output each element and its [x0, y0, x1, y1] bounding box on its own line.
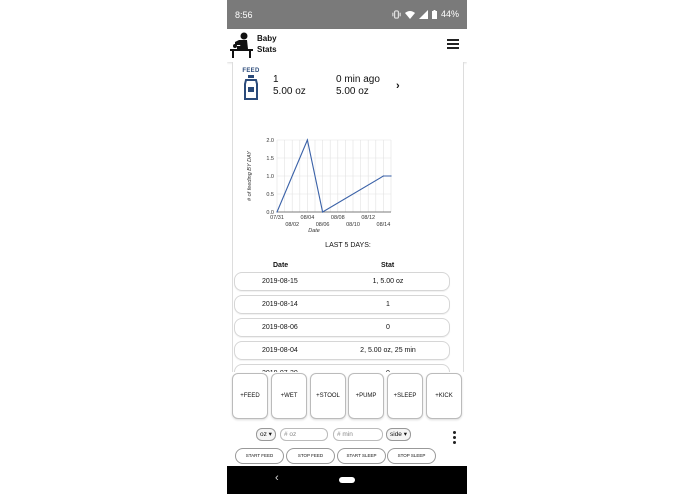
stop-feed-button[interactable]: STOP FEED [286, 448, 335, 464]
system-nav-bar: ‹ [227, 466, 467, 494]
data-point [322, 211, 324, 213]
action-buttons: +FEED +WET +STOOL +PUMP +SLEEP +KICK [232, 373, 464, 419]
status-bar: 8:56 44% [227, 0, 467, 29]
signal-icon [418, 9, 428, 19]
oz-input[interactable]: # oz [280, 428, 328, 441]
back-icon[interactable]: ‹ [275, 472, 279, 484]
add-feed-button[interactable]: +FEED [232, 373, 268, 419]
start-feed-button[interactable]: START FEED [235, 448, 284, 464]
feed-summary-left: 1 5.00 oz [273, 74, 306, 98]
battery-level: 44% [440, 9, 459, 19]
chevron-right-icon[interactable]: › [396, 80, 400, 92]
x-tick-label: 08/10 [346, 222, 360, 228]
add-stool-button[interactable]: +STOOL [310, 373, 346, 419]
x-axis-label: Date [308, 228, 320, 234]
x-tick-label: 08/02 [285, 222, 299, 228]
data-point [390, 175, 392, 177]
battery-icon [431, 9, 437, 19]
x-tick-label: 08/12 [361, 215, 375, 221]
feed-count: 1 [273, 74, 279, 85]
wifi-icon [404, 10, 415, 19]
baby-changing-logo-icon [230, 32, 253, 58]
feed-bottle-icon: FEED [239, 68, 263, 102]
y-tick-label: 0.5 [266, 192, 274, 198]
min-input[interactable]: # min [333, 428, 383, 441]
stats-table-header: Date Stat [233, 262, 463, 272]
session-buttons: START FEED STOP FEED START SLEEP STOP SL… [227, 448, 467, 466]
x-tick-label: 08/14 [377, 222, 391, 228]
table-row[interactable]: 2019-08-04 2, 5.00 oz, 25 min [234, 341, 450, 360]
add-pump-button[interactable]: +PUMP [348, 373, 384, 419]
status-icons: 44% [392, 9, 459, 19]
feed-last-amount: 5.00 oz [336, 86, 369, 97]
stop-sleep-button[interactable]: STOP SLEEP [387, 448, 436, 464]
header-stat: Stat [381, 262, 395, 269]
data-point [276, 211, 278, 213]
add-kick-button[interactable]: +KICK [426, 373, 462, 419]
app-title: Baby Stats [257, 34, 277, 54]
entry-inputs: oz ▾ # oz # min side ▾ [227, 426, 467, 441]
feed-summary-right: 0 min ago 5.00 oz [336, 74, 380, 98]
data-point [382, 175, 384, 177]
last-five-days-title: LAST 5 DAYS: [325, 242, 371, 249]
main-content: FEED 1 5.00 oz 0 min ago 5.00 oz › 0.0 0.… [232, 62, 464, 372]
table-row[interactable]: 2019-08-15 1, 5.00 oz [234, 272, 450, 291]
y-axis-label: # of feeding BY DAY [247, 151, 253, 201]
feed-amount: 5.00 oz [273, 86, 306, 97]
app-bar: Baby Stats [227, 29, 467, 62]
x-tick-label: 07/31 [270, 215, 284, 221]
y-tick-label: 1.0 [266, 174, 274, 180]
x-tick-label: 08/08 [331, 215, 345, 221]
add-wet-button[interactable]: +WET [271, 373, 307, 419]
start-sleep-button[interactable]: START SLEEP [337, 448, 386, 464]
side-select[interactable]: side ▾ [386, 428, 411, 441]
bottom-controls: +FEED +WET +STOOL +PUMP +SLEEP +KICK oz … [227, 372, 467, 466]
hamburger-menu-icon[interactable] [447, 37, 459, 49]
table-row[interactable]: 2019-07-300 [234, 364, 450, 372]
table-row[interactable]: 2019-08-14 1 [234, 295, 450, 314]
header-date: Date [273, 262, 289, 269]
unit-select[interactable]: oz ▾ [256, 428, 276, 441]
feed-time-ago: 0 min ago [336, 74, 380, 85]
more-options-icon[interactable] [453, 431, 457, 446]
y-tick-label: 1.5 [266, 156, 274, 162]
phone-screen: 8:56 44% Baby Stats FEED 1 5.00 oz 0 min… [227, 0, 467, 494]
feeding-line-chart: 0.00.51.01.52.007/31 08/04 08/08 08/1208/02… [247, 138, 392, 234]
feed-summary-card[interactable]: FEED 1 5.00 oz 0 min ago 5.00 oz › [233, 66, 463, 106]
vibrate-icon [392, 9, 401, 19]
y-tick-label: 2.0 [266, 138, 274, 144]
status-time: 8:56 [235, 10, 253, 20]
home-pill-icon[interactable] [339, 477, 355, 483]
data-point [306, 139, 308, 141]
stats-table: 2019-08-15 1, 5.00 oz 2019-08-14 1 2019-08… [234, 272, 450, 372]
x-tick-label: 08/04 [301, 215, 315, 221]
table-row[interactable]: 2019-08-06 0 [234, 318, 450, 337]
add-sleep-button[interactable]: +SLEEP [387, 373, 423, 419]
